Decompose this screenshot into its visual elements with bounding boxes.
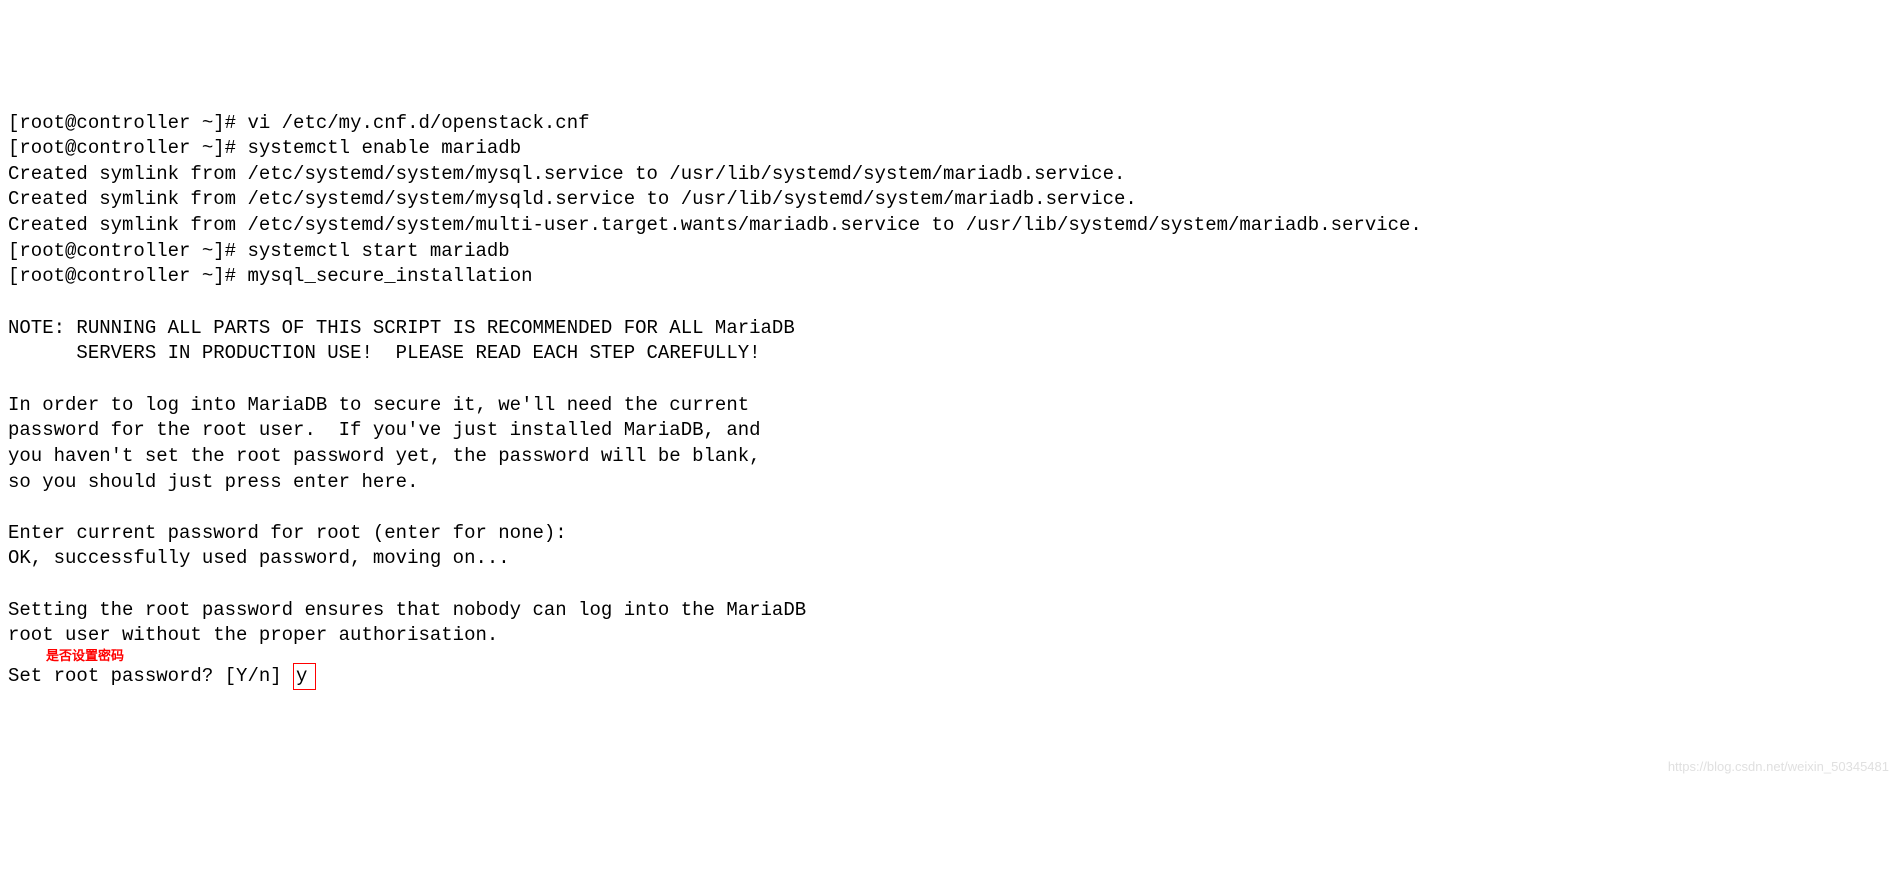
intro-line-2: password for the root user. If you've ju… (8, 419, 761, 441)
output-symlink-3: Created symlink from /etc/systemd/system… (8, 214, 1422, 236)
prompt: [root@controller ~]# (8, 265, 247, 287)
command-vi: vi /etc/my.cnf.d/openstack.cnf (247, 112, 589, 134)
note-line-2: SERVERS IN PRODUCTION USE! PLEASE READ E… (8, 342, 761, 364)
note-line-1: NOTE: RUNNING ALL PARTS OF THIS SCRIPT I… (8, 317, 795, 339)
output-symlink-2: Created symlink from /etc/systemd/system… (8, 188, 1137, 210)
set-root-password-question: Set root password? [Y/n] (8, 665, 293, 687)
output-symlink-1: Created symlink from /etc/systemd/system… (8, 163, 1125, 185)
command-secure-install: mysql_secure_installation (247, 265, 532, 287)
intro-line-1: In order to log into MariaDB to secure i… (8, 394, 749, 416)
enter-password-prompt: Enter current password for root (enter f… (8, 522, 567, 544)
prompt: [root@controller ~]# (8, 137, 247, 159)
prompt: [root@controller ~]# (8, 240, 247, 262)
intro-line-3: you haven't set the root password yet, t… (8, 445, 761, 467)
ok-message: OK, successfully used password, moving o… (8, 547, 510, 569)
setting-root-line-2: root user without the proper authorisati… (8, 624, 498, 646)
prompt: [root@controller ~]# (8, 112, 247, 134)
user-answer: y (296, 665, 307, 687)
annotation-set-password: 是否设置密码 (46, 647, 1899, 665)
watermark: https://blog.csdn.net/weixin_50345481 (1668, 758, 1889, 776)
command-start-mariadb: systemctl start mariadb (247, 240, 509, 262)
user-answer-highlight: y (293, 663, 316, 691)
terminal-output[interactable]: [root@controller ~]# vi /etc/my.cnf.d/op… (8, 111, 1891, 691)
command-enable-mariadb: systemctl enable mariadb (247, 137, 521, 159)
intro-line-4: so you should just press enter here. (8, 471, 418, 493)
setting-root-line-1: Setting the root password ensures that n… (8, 599, 806, 621)
